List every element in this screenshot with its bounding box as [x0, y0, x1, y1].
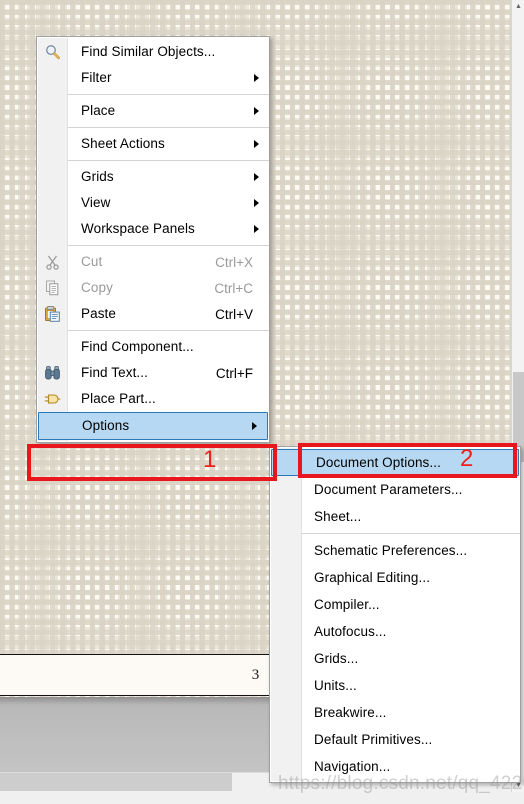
menu-item-options[interactable]: Options [38, 412, 268, 440]
submenu-arrow-icon [252, 422, 257, 430]
submenu-item-label: Units... [314, 677, 357, 693]
menu-item-place-part[interactable]: Place Part... [37, 386, 269, 412]
menu-item-label: Find Component... [81, 339, 194, 355]
submenu-item-label: Default Primitives... [314, 731, 433, 747]
submenu-item-default-primitives[interactable]: Default Primitives... [270, 726, 520, 753]
submenu-item-label: Sheet... [314, 508, 362, 524]
submenu-arrow-icon [254, 173, 259, 181]
menu-item-find-text[interactable]: Find Text... Ctrl+F [37, 360, 269, 386]
sheet-zone-label: 3 [251, 666, 260, 683]
menu-item-paste[interactable]: Paste Ctrl+V [37, 301, 269, 327]
menu-item-label: Filter [81, 70, 112, 86]
menu-item-filter[interactable]: Filter [37, 65, 269, 91]
menu-item-shortcut: Ctrl+V [215, 306, 253, 322]
menu-item-label: Place [81, 103, 116, 119]
submenu-item-label: Document Parameters... [314, 481, 463, 497]
submenu-item-label: Breakwire... [314, 704, 387, 720]
scissors-icon [44, 254, 61, 271]
menu-item-workspace-panels[interactable]: Workspace Panels [37, 216, 269, 242]
submenu-item-navigation[interactable]: Navigation... [270, 753, 520, 780]
menu-separator [68, 160, 269, 161]
component-icon [44, 391, 61, 408]
submenu-item-label: Navigation... [314, 758, 391, 774]
submenu-item-label: Autofocus... [314, 623, 387, 639]
submenu-item-document-parameters[interactable]: Document Parameters... [270, 476, 520, 503]
submenu-arrow-icon [254, 140, 259, 148]
status-bar-area [0, 792, 524, 804]
scroll-up-arrow-icon[interactable]: ▲ [512, 0, 524, 13]
menu-item-find-component[interactable]: Find Component... [37, 334, 269, 360]
menu-item-label: Cut [81, 254, 103, 270]
menu-item-label: Find Text... [81, 365, 148, 381]
menu-separator [68, 245, 269, 246]
paste-icon [44, 306, 61, 323]
submenu-item-grids[interactable]: Grids... [270, 645, 520, 672]
menu-separator [68, 330, 269, 331]
submenu-item-sheet[interactable]: Sheet... [270, 503, 520, 530]
menu-item-find-similar-objects[interactable]: Find Similar Objects... [37, 39, 269, 65]
menu-item-place[interactable]: Place [37, 98, 269, 124]
menu-item-sheet-actions[interactable]: Sheet Actions [37, 131, 269, 157]
schematic-right-click-menu[interactable]: Find Similar Objects... Filter Place Sheet … [36, 36, 270, 443]
magnifier-icon [44, 44, 61, 61]
submenu-item-schematic-preferences[interactable]: Schematic Preferences... [270, 537, 520, 564]
menu-item-label: Copy [81, 280, 113, 296]
menu-item-shortcut: Ctrl+F [215, 365, 253, 381]
submenu-separator [301, 533, 520, 534]
submenu-item-breakwire[interactable]: Breakwire... [270, 699, 520, 726]
menu-separator [68, 94, 269, 95]
submenu-item-label: Document Options... [316, 454, 441, 470]
menu-item-label: Place Part... [81, 391, 156, 407]
menu-item-grids[interactable]: Grids [37, 164, 269, 190]
horizontal-scrollbar-thumb[interactable] [0, 773, 232, 791]
submenu-item-label: Graphical Editing... [314, 569, 431, 585]
submenu-item-label: Schematic Preferences... [314, 542, 468, 558]
menu-item-shortcut: Ctrl+C [214, 280, 253, 296]
menu-separator [68, 127, 269, 128]
submenu-arrow-icon [254, 199, 259, 207]
menu-item-copy: Copy Ctrl+C [37, 275, 269, 301]
screen-root: 3 ▲ ▼ Find Similar Objects... Filter Place… [0, 0, 524, 804]
submenu-arrow-icon [254, 107, 259, 115]
menu-item-label: Sheet Actions [81, 136, 165, 152]
menu-item-label: Options [82, 418, 130, 434]
menu-item-label: Find Similar Objects... [81, 44, 216, 60]
menu-item-label: Workspace Panels [81, 221, 195, 237]
submenu-item-label: Grids... [314, 650, 359, 666]
menu-item-cut: Cut Ctrl+X [37, 249, 269, 275]
submenu-item-units[interactable]: Units... [270, 672, 520, 699]
menu-item-view[interactable]: View [37, 190, 269, 216]
menu-item-label: Paste [81, 306, 117, 322]
submenu-item-document-options[interactable]: Document Options... [271, 449, 519, 476]
submenu-item-compiler[interactable]: Compiler... [270, 591, 520, 618]
submenu-item-autofocus[interactable]: Autofocus... [270, 618, 520, 645]
submenu-item-label: Compiler... [314, 596, 380, 612]
submenu-arrow-icon [254, 74, 259, 82]
menu-item-label: Grids [81, 169, 114, 185]
binoculars-icon [44, 365, 61, 382]
options-submenu[interactable]: Document Options... Document Parameters..… [269, 446, 521, 783]
copy-icon [44, 280, 61, 297]
submenu-item-graphical-editing[interactable]: Graphical Editing... [270, 564, 520, 591]
menu-item-shortcut: Ctrl+X [215, 254, 253, 270]
menu-item-label: View [81, 195, 111, 211]
submenu-arrow-icon [254, 225, 259, 233]
